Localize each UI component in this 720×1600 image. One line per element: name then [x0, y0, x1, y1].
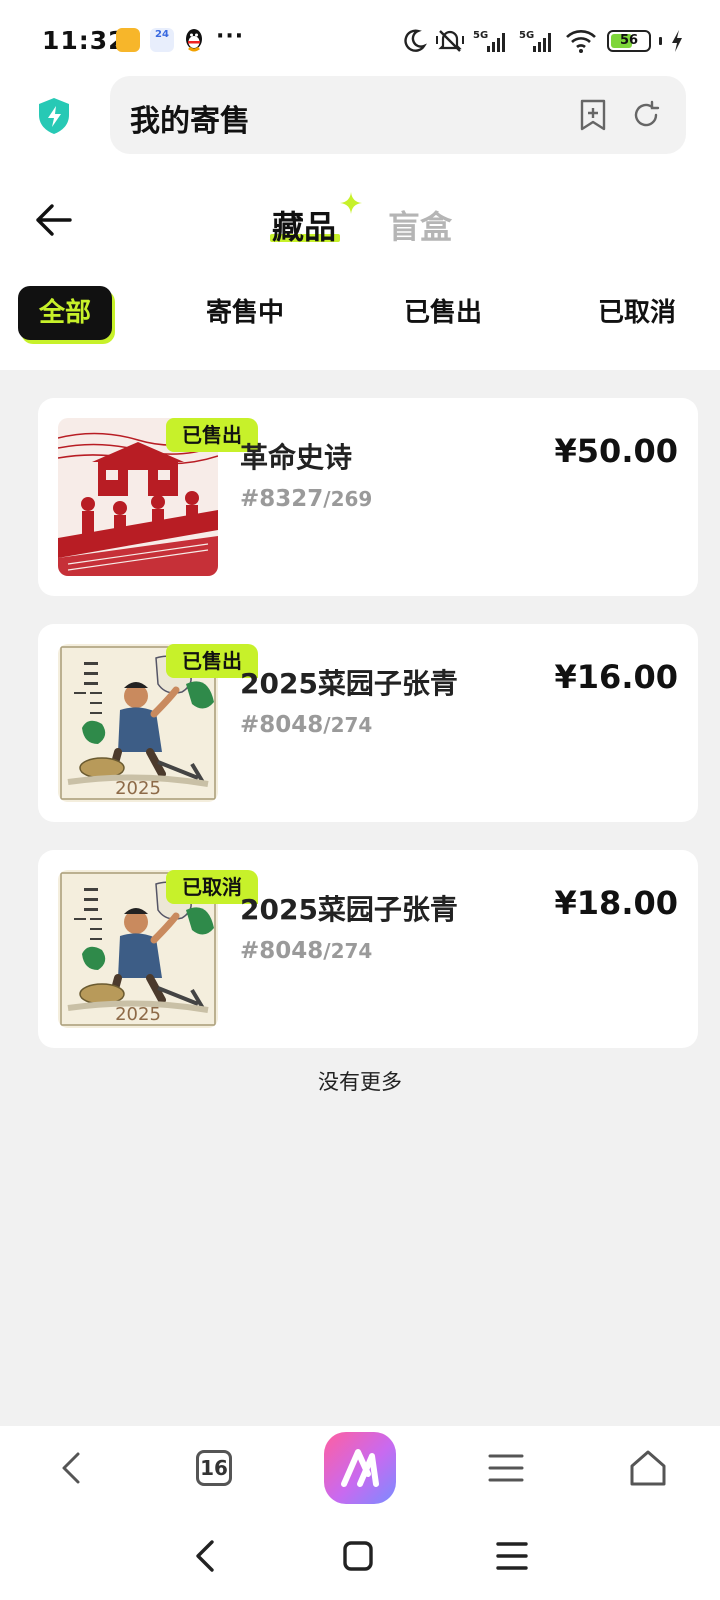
item-price: ¥50.00 — [554, 432, 678, 470]
calendar-day: 24 — [155, 29, 169, 40]
charging-bolt-icon — [672, 30, 682, 52]
serial-number: #8327 — [240, 486, 324, 512]
status-more-icon: ··· — [216, 24, 245, 49]
refresh-icon[interactable] — [630, 99, 662, 131]
svg-text:5G: 5G — [519, 30, 534, 41]
moon-icon — [404, 29, 427, 52]
qq-penguin-icon — [186, 29, 202, 52]
svg-text:5G: 5G — [473, 30, 488, 41]
add-bookmark-icon[interactable] — [578, 99, 608, 131]
ai-logo-icon — [341, 1449, 379, 1487]
system-nav-bar — [0, 1516, 720, 1600]
item-title: 2025菜园子张青 — [240, 667, 458, 700]
item-serial: #8048/274 — [240, 938, 372, 964]
filter-all[interactable]: 全部 — [18, 286, 112, 340]
item-serial: #8048/274 — [240, 712, 372, 738]
security-shield-icon[interactable] — [36, 96, 72, 136]
calendar-app-icon: 24 — [150, 28, 174, 52]
consignment-card[interactable]: 2025 已售出 2025菜园子张青 #8048/274 ¥16.00 — [38, 624, 698, 822]
tab-count-button[interactable]: 16 — [196, 1450, 232, 1486]
serial-total: /269 — [323, 487, 373, 511]
mute-vibrate-icon — [436, 30, 464, 52]
item-price: ¥16.00 — [554, 658, 678, 696]
page-header: 藏品 盲盒 全部 寄售中 已售出 已取消 — [0, 172, 720, 370]
consignment-card[interactable]: 已售出 革命史诗 #8327/269 ¥50.00 — [38, 398, 698, 596]
system-menu-icon[interactable] — [492, 1536, 532, 1576]
url-input[interactable]: 我的寄售 — [110, 76, 686, 154]
browser-bottom-nav: 16 — [0, 1426, 720, 1516]
signal-5g-icon-2: 5G — [519, 30, 551, 52]
thumb-year: 2025 — [115, 778, 161, 799]
status-indicators: 5G 5G 56 — [401, 26, 684, 56]
filter-on-sale[interactable]: 寄售中 — [206, 292, 284, 329]
filter-sold[interactable]: 已售出 — [404, 292, 482, 329]
serial-total: /274 — [323, 939, 373, 963]
battery-level: 56 — [619, 33, 639, 48]
tab-collection[interactable]: 藏品 — [272, 202, 336, 248]
status-time: 11:32 — [42, 26, 127, 55]
ai-assistant-button[interactable] — [324, 1432, 396, 1504]
serial-total: /274 — [323, 713, 373, 737]
signal-5g-icon-1: 5G — [473, 30, 505, 52]
home-icon[interactable] — [628, 1448, 668, 1488]
system-home-icon[interactable] — [338, 1536, 378, 1576]
back-arrow-icon[interactable] — [34, 200, 74, 240]
list-end-text: 没有更多 — [318, 1070, 402, 1094]
wifi-icon — [566, 30, 596, 53]
url-title: 我的寄售 — [130, 104, 250, 139]
tab-blind-box[interactable]: 盲盒 — [388, 202, 452, 248]
item-price: ¥18.00 — [554, 884, 678, 922]
serial-number: #8048 — [240, 712, 324, 738]
serial-number: #8048 — [240, 938, 324, 964]
battery-icon: 56 — [607, 30, 651, 52]
sparkle-icon — [340, 192, 362, 214]
battery-tip — [659, 37, 662, 45]
browser-back-icon[interactable] — [52, 1448, 92, 1488]
thumb-year: 2025 — [115, 1004, 161, 1025]
item-title: 革命史诗 — [240, 441, 353, 474]
item-serial: #8327/269 — [240, 486, 372, 512]
system-back-icon[interactable] — [186, 1536, 226, 1576]
item-title: 2025菜园子张青 — [240, 893, 458, 926]
filter-cancelled[interactable]: 已取消 — [598, 292, 676, 329]
menu-icon[interactable] — [486, 1448, 526, 1488]
consignment-card[interactable]: 2025 已取消 2025菜园子张青 #8048/274 ¥18.00 — [38, 850, 698, 1048]
notes-app-icon — [116, 28, 140, 52]
